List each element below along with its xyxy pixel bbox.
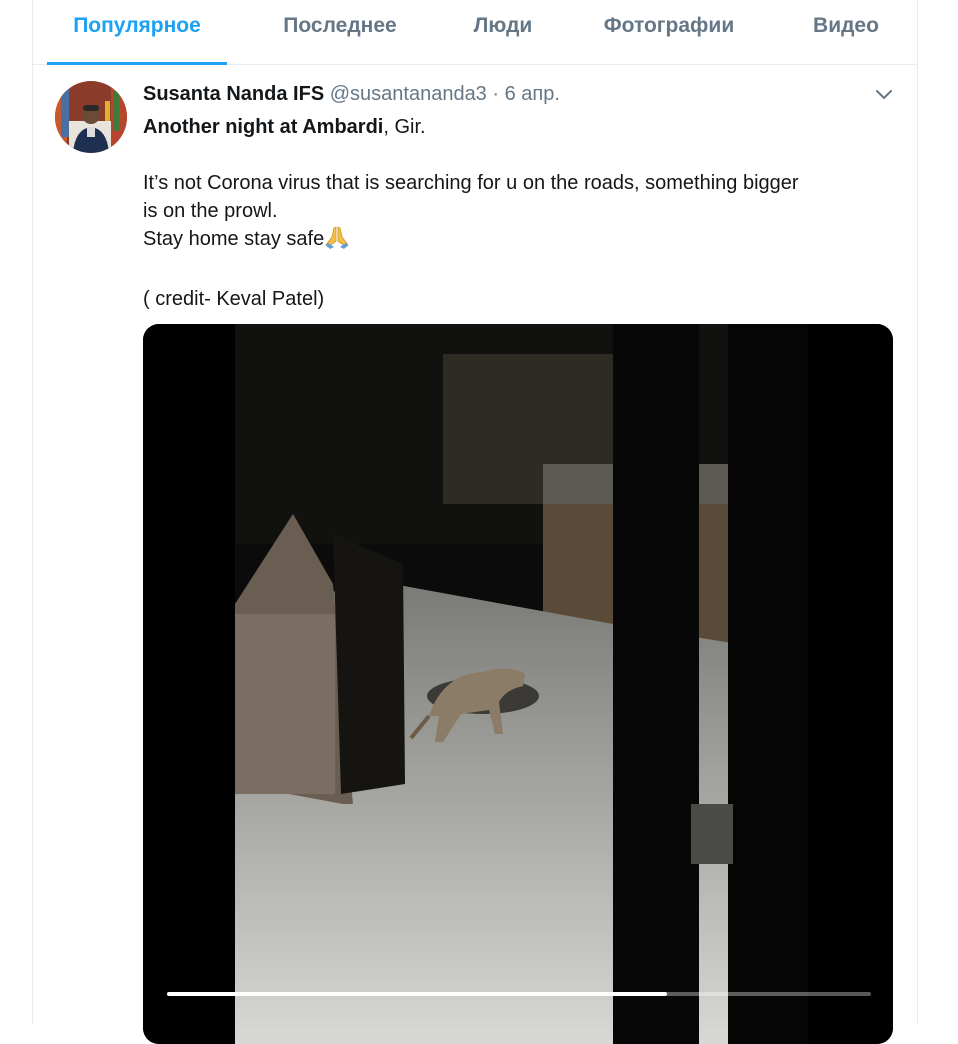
tweet-line-4-text: Stay home stay safe: [143, 228, 325, 250]
tweet-timestamp[interactable]: 6 апр.: [505, 83, 560, 105]
search-results-column: Популярное Последнее Люди Фотографии Вид…: [32, 0, 918, 1044]
tweet-line-1-rest: , Gir.: [383, 116, 426, 138]
author-handle[interactable]: @susantananda3: [330, 83, 487, 105]
tweet-bold-phrase: Another night at Ambardi: [143, 116, 384, 138]
tab-latest[interactable]: Последнее: [255, 0, 425, 62]
tweet-credit: ( credit- Keval Patel): [143, 288, 325, 310]
author-name[interactable]: Susanta Nanda IFS: [143, 83, 324, 105]
video-frame: [143, 324, 893, 1044]
avatar-image: [55, 81, 127, 153]
tweet-header: Susanta Nanda IFS @susantananda3 · 6 апр…: [143, 83, 560, 106]
video-player[interactable]: [143, 324, 893, 1044]
video-progress-fill: [167, 992, 667, 996]
tweet-line-3: is on the prowl.: [143, 200, 278, 222]
video-progress-bar[interactable]: [167, 992, 871, 996]
tab-videos[interactable]: Видео: [801, 0, 891, 62]
tweet-text: Another night at Ambardi, Gir. It’s not …: [143, 113, 903, 313]
folded-hands-icon: [324, 225, 350, 257]
chevron-down-icon[interactable]: [871, 81, 897, 107]
separator-dot: ·: [492, 83, 500, 105]
tweet-line-1: Another night at Ambardi, Gir.: [143, 113, 903, 141]
tab-popular[interactable]: Популярное: [47, 0, 227, 65]
tweet-line-4: Stay home stay safe: [143, 225, 903, 257]
tab-photos[interactable]: Фотографии: [589, 0, 749, 62]
tab-people[interactable]: Люди: [453, 0, 553, 62]
search-tabs: Популярное Последнее Люди Фотографии Вид…: [33, 0, 917, 65]
tweet[interactable]: Susanta Nanda IFS @susantananda3 · 6 апр…: [33, 65, 917, 1044]
tweet-line-2: It’s not Corona virus that is searching …: [143, 172, 799, 194]
avatar[interactable]: [55, 81, 127, 153]
